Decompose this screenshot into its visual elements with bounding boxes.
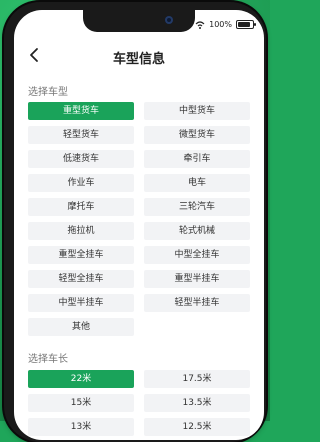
phone-frame: 100% 车型信息 选择车型 重型货车 中型货车 轻型货车 微型货车 低速货车 牵引车 作业… bbox=[4, 2, 266, 442]
vehicle-type-option[interactable]: 摩托车 bbox=[28, 198, 134, 216]
vehicle-type-option[interactable]: 中型半挂车 bbox=[28, 294, 134, 312]
notch bbox=[83, 10, 195, 32]
vehicle-type-option[interactable]: 重型全挂车 bbox=[28, 246, 134, 264]
battery-icon bbox=[236, 20, 256, 29]
vehicle-type-grid: 重型货车 中型货车 轻型货车 微型货车 低速货车 牵引车 作业车 电车 摩托车 三轮汽车 拖拉机 轮式… bbox=[28, 102, 250, 336]
vehicle-type-option[interactable]: 拖拉机 bbox=[28, 222, 134, 240]
vehicle-type-option[interactable]: 中型全挂车 bbox=[144, 246, 250, 264]
length-option[interactable]: 22米 bbox=[28, 370, 134, 388]
battery-percent: 100% bbox=[209, 20, 232, 29]
vehicle-type-option[interactable]: 轻型全挂车 bbox=[28, 270, 134, 288]
vehicle-type-option[interactable]: 轮式机械 bbox=[144, 222, 250, 240]
vehicle-type-option[interactable]: 作业车 bbox=[28, 174, 134, 192]
length-option[interactable]: 15米 bbox=[28, 394, 134, 412]
vehicle-type-option[interactable]: 低速货车 bbox=[28, 150, 134, 168]
wifi-icon bbox=[195, 20, 205, 29]
vehicle-type-section-title: 选择车型 bbox=[28, 87, 68, 98]
phone-screen: 100% 车型信息 选择车型 重型货车 中型货车 轻型货车 微型货车 低速货车 牵引车 作业… bbox=[14, 10, 264, 440]
length-option[interactable]: 17.5米 bbox=[144, 370, 250, 388]
vehicle-type-option[interactable]: 电车 bbox=[144, 174, 250, 192]
vehicle-type-option[interactable]: 重型半挂车 bbox=[144, 270, 250, 288]
vehicle-type-option[interactable]: 牵引车 bbox=[144, 150, 250, 168]
page-title: 车型信息 bbox=[112, 52, 165, 67]
length-section-title: 选择车长 bbox=[28, 354, 68, 365]
vehicle-type-option[interactable]: 中型货车 bbox=[144, 102, 250, 120]
vehicle-type-option[interactable]: 其他 bbox=[28, 318, 134, 336]
vehicle-type-option[interactable]: 轻型货车 bbox=[28, 126, 134, 144]
vehicle-type-option[interactable]: 重型货车 bbox=[28, 102, 134, 120]
nav-bar: 车型信息 bbox=[14, 40, 264, 70]
vehicle-type-option[interactable]: 微型货车 bbox=[144, 126, 250, 144]
vehicle-type-option[interactable]: 三轮汽车 bbox=[144, 198, 250, 216]
length-grid: 22米 17.5米 15米 13.5米 13米 12.5米 bbox=[28, 370, 250, 436]
length-option[interactable]: 13.5米 bbox=[144, 394, 250, 412]
vehicle-type-option[interactable]: 轻型半挂车 bbox=[144, 294, 250, 312]
